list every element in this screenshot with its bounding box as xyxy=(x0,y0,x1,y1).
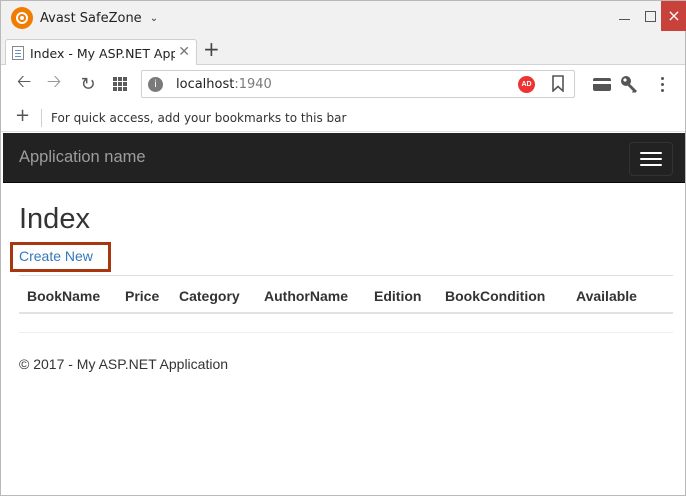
navbar-brand-link[interactable]: Application name xyxy=(19,148,146,167)
wallet-button[interactable] xyxy=(591,73,613,95)
bookmarks-bar: + For quick access, add your bookmarks t… xyxy=(1,103,685,132)
tab-close-icon[interactable]: ✕ xyxy=(178,44,190,60)
navbar-toggle-button[interactable] xyxy=(629,142,673,176)
profile-name: Avast SafeZone xyxy=(40,10,142,26)
apps-grid-icon xyxy=(113,77,127,91)
tab-bar: Index - My ASP.NET Applic ✕ + xyxy=(1,35,685,66)
tab-index[interactable]: Index - My ASP.NET Applic ✕ xyxy=(5,39,197,66)
new-tab-button[interactable]: + xyxy=(203,39,220,59)
column-header-available: Available xyxy=(576,288,637,304)
arrow-right-icon: 🡢 xyxy=(46,71,62,92)
chevron-down-icon: ⌄ xyxy=(149,12,159,24)
page-title: Index xyxy=(19,203,90,235)
reload-icon: ↻ xyxy=(80,73,96,95)
key-icon xyxy=(621,76,637,93)
hamburger-icon xyxy=(640,158,662,160)
kebab-menu-icon xyxy=(660,76,664,92)
arrow-left-icon: 🡠 xyxy=(16,71,32,92)
hamburger-icon xyxy=(640,152,662,154)
url-text[interactable]: localhost:1940 xyxy=(176,77,272,92)
address-bar[interactable]: i localhost:1940 AD xyxy=(141,70,575,98)
back-button[interactable]: 🡠 xyxy=(13,71,35,95)
profile-switcher[interactable]: Avast SafeZone ⌄ xyxy=(11,7,158,29)
table-header-border xyxy=(19,312,673,314)
table-header-row: BookName Price Category AuthorName Editi… xyxy=(19,276,673,312)
maximize-icon xyxy=(644,10,656,22)
tab-title: Index - My ASP.NET Applic xyxy=(30,45,175,61)
bookmark-star-icon[interactable] xyxy=(552,75,564,92)
minimize-button[interactable] xyxy=(611,1,637,31)
add-bookmark-button[interactable]: + xyxy=(15,107,30,125)
column-header-edition: Edition xyxy=(374,288,422,304)
password-button[interactable] xyxy=(619,73,641,95)
forward-button[interactable]: 🡢 xyxy=(43,71,65,95)
bookmarks-divider xyxy=(41,109,42,127)
card-icon xyxy=(593,77,611,91)
site-navbar: Application name xyxy=(3,133,685,183)
minimize-icon xyxy=(618,18,630,20)
footer-copyright: © 2017 - My ASP.NET Application xyxy=(19,356,229,372)
title-bar: Avast SafeZone ⌄ × xyxy=(1,1,686,35)
page-favicon-icon xyxy=(12,46,24,60)
page-viewport: Application name Index Create New BookNa… xyxy=(3,133,685,495)
adblock-icon[interactable]: AD xyxy=(518,76,535,93)
close-window-button[interactable]: × xyxy=(661,1,686,31)
column-header-price: Price xyxy=(125,288,160,304)
apps-button[interactable] xyxy=(109,73,131,95)
avast-logo-icon xyxy=(11,7,33,29)
column-header-bookname: BookName xyxy=(27,288,101,304)
footer-divider xyxy=(19,332,673,333)
url-host: localhost xyxy=(176,77,235,92)
column-header-bookcondition: BookCondition xyxy=(445,288,546,304)
site-info-icon[interactable]: i xyxy=(148,77,163,92)
column-header-authorname: AuthorName xyxy=(264,288,349,304)
close-icon: × xyxy=(667,6,681,25)
maximize-button[interactable] xyxy=(637,1,663,31)
bookmarks-hint: For quick access, add your bookmarks to … xyxy=(51,111,347,125)
highlight-annotation xyxy=(10,242,111,272)
browser-window: Avast SafeZone ⌄ × Index - My ASP.NET Ap… xyxy=(0,0,686,496)
browser-menu-button[interactable] xyxy=(651,73,673,95)
hamburger-icon xyxy=(640,164,662,166)
reload-button[interactable]: ↻ xyxy=(77,73,99,95)
url-port: :1940 xyxy=(234,77,272,92)
browser-toolbar: 🡠 🡢 ↻ i localhost:1940 AD xyxy=(1,65,685,103)
column-header-category: Category xyxy=(179,288,240,304)
